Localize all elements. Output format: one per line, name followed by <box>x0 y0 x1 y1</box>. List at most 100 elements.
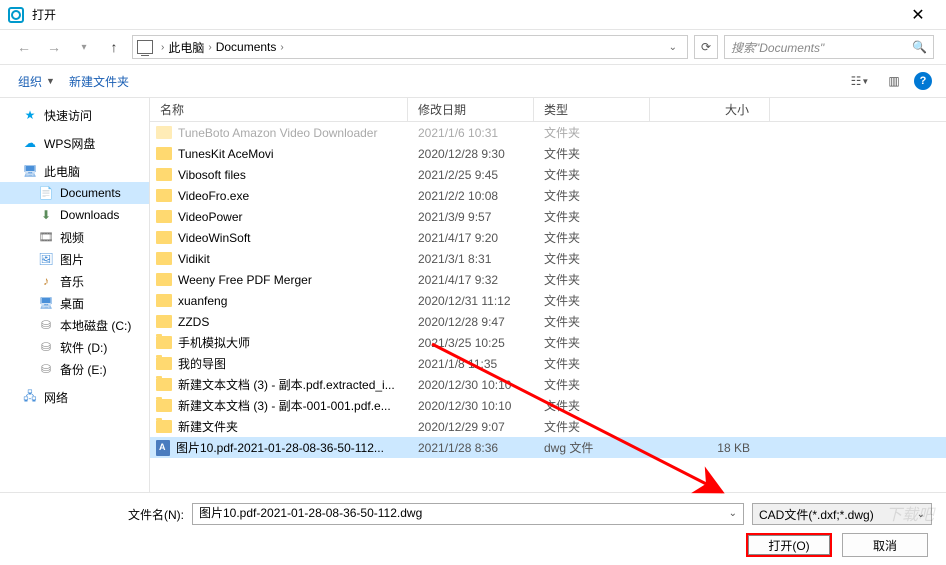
cell-date: 2020/12/30 10:10 <box>408 399 534 413</box>
help-button[interactable]: ? <box>914 72 932 90</box>
file-row[interactable]: ZZDS2020/12/28 9:47文件夹 <box>150 311 946 332</box>
file-row[interactable]: 新建文件夹2020/12/29 9:07文件夹 <box>150 416 946 437</box>
chevron-right-icon: › <box>280 42 283 53</box>
column-headers: 名称 修改日期 类型 大小 <box>150 98 946 122</box>
open-button[interactable]: 打开(O) <box>746 533 832 557</box>
cell-date: 2020/12/28 9:30 <box>408 147 534 161</box>
breadcrumb-folder[interactable]: Documents <box>216 40 277 54</box>
title-bar: 打开 ✕ <box>0 0 946 30</box>
sidebar-music[interactable]: ♪音乐 <box>0 270 149 292</box>
cell-date: 2021/4/17 9:20 <box>408 231 534 245</box>
disk-icon: ⛁ <box>38 340 54 354</box>
sidebar-quick-access[interactable]: ★快速访问 <box>0 104 149 126</box>
view-mode-button[interactable]: ☷ ▼ <box>846 70 874 92</box>
preview-pane-button[interactable]: ▥ <box>880 70 908 92</box>
breadcrumb-pc[interactable]: 此电脑 <box>168 39 204 56</box>
cell-date: 2021/3/25 10:25 <box>408 336 534 350</box>
cell-name: TunesKit AceMovi <box>150 147 408 161</box>
filter-dropdown[interactable]: CAD文件(*.dxf;*.dwg) ⌄ <box>752 503 932 525</box>
search-input[interactable]: 搜索"Documents" 🔍 <box>724 35 934 59</box>
folder-icon <box>156 231 172 244</box>
cell-name: 新建文件夹 <box>150 418 408 435</box>
cell-type: dwg 文件 <box>534 439 650 456</box>
sidebar-this-pc[interactable]: 🖥此电脑 <box>0 160 149 182</box>
sidebar-item-label: 本地磁盘 (C:) <box>60 317 131 334</box>
file-row[interactable]: 新建文本文档 (3) - 副本-001-001.pdf.e...2020/12/… <box>150 395 946 416</box>
sidebar-downloads[interactable]: ⬇Downloads <box>0 204 149 226</box>
file-row[interactable]: VideoFro.exe2021/2/2 10:08文件夹 <box>150 185 946 206</box>
breadcrumb[interactable]: › 此电脑 › Documents › ⌄ <box>132 35 688 59</box>
close-button[interactable]: ✕ <box>898 5 938 25</box>
cell-date: 2020/12/29 9:07 <box>408 420 534 434</box>
column-size[interactable]: 大小 <box>650 98 770 121</box>
cell-date: 2021/3/1 8:31 <box>408 252 534 266</box>
file-row[interactable]: TunesKit AceMovi2020/12/28 9:30文件夹 <box>150 143 946 164</box>
column-date[interactable]: 修改日期 <box>408 98 534 121</box>
chevron-down-icon: ▼ <box>46 76 55 86</box>
file-row[interactable]: 我的导图2021/1/8 11:35文件夹 <box>150 353 946 374</box>
sidebar-videos[interactable]: 🎞 视频 <box>0 226 149 248</box>
cell-date: 2020/12/31 11:12 <box>408 294 534 308</box>
column-name[interactable]: 名称 <box>150 98 408 121</box>
sidebar-disk-e[interactable]: ⛁备份 (E:) <box>0 358 149 380</box>
pc-icon: 🖥 <box>22 164 38 178</box>
up-button[interactable]: ↑ <box>102 35 126 59</box>
sidebar-disk-d[interactable]: ⛁软件 (D:) <box>0 336 149 358</box>
cell-type: 文件夹 <box>534 271 650 288</box>
sidebar-item-label: 视频 <box>60 229 84 246</box>
cell-name: 新建文本文档 (3) - 副本.pdf.extracted_i... <box>150 376 408 393</box>
file-row[interactable]: VideoPower2021/3/9 9:57文件夹 <box>150 206 946 227</box>
file-row[interactable]: 图片10.pdf-2021-01-28-08-36-50-112...2021/… <box>150 437 946 458</box>
download-icon: ⬇ <box>38 208 54 222</box>
cell-type: 文件夹 <box>534 208 650 225</box>
sidebar: ★快速访问 ☁WPS网盘 🖥此电脑 📄Documents ⬇Downloads … <box>0 98 150 492</box>
file-row[interactable]: TuneBoto Amazon Video Downloader2021/1/6… <box>150 122 946 143</box>
chevron-down-icon[interactable]: ⌄ <box>729 508 737 519</box>
back-button[interactable]: ← <box>12 35 36 59</box>
file-row[interactable]: 手机模拟大师2021/3/25 10:25文件夹 <box>150 332 946 353</box>
folder-icon <box>156 168 172 181</box>
cell-type: 文件夹 <box>534 292 650 309</box>
cell-type: 文件夹 <box>534 334 650 351</box>
sidebar-item-label: 快速访问 <box>44 107 92 124</box>
column-type[interactable]: 类型 <box>534 98 650 121</box>
file-row[interactable]: Vibosoft files2021/2/25 9:45文件夹 <box>150 164 946 185</box>
file-row[interactable]: Vidikit2021/3/1 8:31文件夹 <box>150 248 946 269</box>
recent-button[interactable]: ▾ <box>72 35 96 59</box>
cell-name: Vidikit <box>150 252 408 266</box>
sidebar-documents[interactable]: 📄Documents <box>0 182 149 204</box>
sidebar-disk-c[interactable]: ⛁本地磁盘 (C:) <box>0 314 149 336</box>
file-row[interactable]: xuanfeng2020/12/31 11:12文件夹 <box>150 290 946 311</box>
cell-type: 文件夹 <box>534 313 650 330</box>
cloud-icon: ☁ <box>22 136 38 150</box>
file-row[interactable]: 新建文本文档 (3) - 副本.pdf.extracted_i...2020/1… <box>150 374 946 395</box>
disk-icon: ⛁ <box>38 362 54 376</box>
address-bar: ← → ▾ ↑ › 此电脑 › Documents › ⌄ ⟳ 搜索"Docum… <box>0 30 946 64</box>
refresh-button[interactable]: ⟳ <box>694 35 718 59</box>
bottom-bar: 文件名(N): 图片10.pdf-2021-01-28-08-36-50-112… <box>0 492 946 565</box>
sidebar-wps[interactable]: ☁WPS网盘 <box>0 132 149 154</box>
folder-icon <box>156 399 172 412</box>
new-folder-button[interactable]: 新建文件夹 <box>65 71 133 92</box>
sidebar-desktop[interactable]: 🖥桌面 <box>0 292 149 314</box>
cell-size: 18 KB <box>650 441 770 455</box>
breadcrumb-dropdown[interactable]: ⌄ <box>669 42 677 53</box>
cell-type: 文件夹 <box>534 250 650 267</box>
forward-button[interactable]: → <box>42 35 66 59</box>
cell-date: 2021/2/25 9:45 <box>408 168 534 182</box>
video-icon: 🎞 <box>38 230 54 244</box>
sidebar-item-label: 音乐 <box>60 273 84 290</box>
window-title: 打开 <box>32 6 898 23</box>
search-icon: 🔍 <box>912 40 927 54</box>
chevron-down-icon: ⌄ <box>917 509 925 520</box>
organize-button[interactable]: 组织 ▼ <box>14 71 59 92</box>
cancel-button[interactable]: 取消 <box>842 533 928 557</box>
sidebar-network[interactable]: 🖧网络 <box>0 386 149 408</box>
cell-date: 2021/4/17 9:32 <box>408 273 534 287</box>
chevron-right-icon: › <box>208 42 211 53</box>
sidebar-pictures[interactable]: 🖼图片 <box>0 248 149 270</box>
filename-input[interactable]: 图片10.pdf-2021-01-28-08-36-50-112.dwg ⌄ <box>192 503 744 525</box>
file-row[interactable]: VideoWinSoft2021/4/17 9:20文件夹 <box>150 227 946 248</box>
cell-name: 图片10.pdf-2021-01-28-08-36-50-112... <box>150 439 408 456</box>
file-row[interactable]: Weeny Free PDF Merger2021/4/17 9:32文件夹 <box>150 269 946 290</box>
